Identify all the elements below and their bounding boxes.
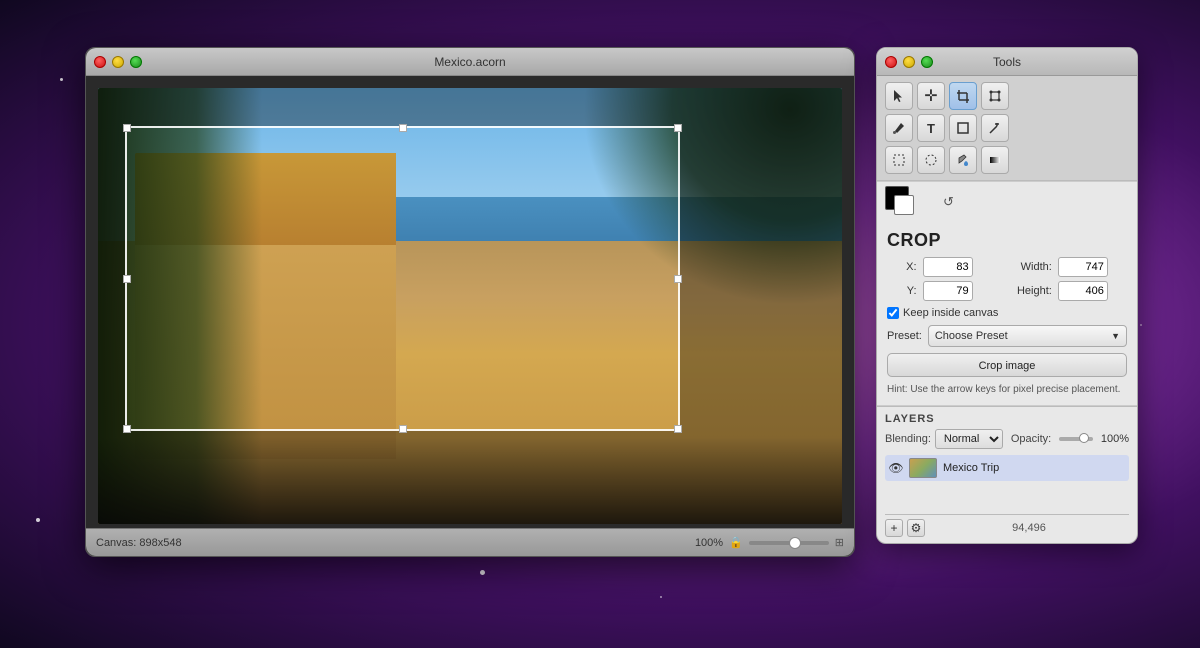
canvas-info: Canvas: 898x548	[96, 537, 695, 549]
layers-info: 94,496	[929, 522, 1129, 534]
preset-dropdown[interactable]: Choose Preset ▼	[928, 325, 1127, 347]
close-button[interactable]	[94, 56, 106, 68]
color-swatches[interactable]	[885, 186, 917, 218]
layers-title: LAYERS	[885, 413, 1129, 425]
width-label: Width:	[998, 261, 1052, 273]
blending-select[interactable]: Normal Multiply Screen	[935, 429, 1003, 449]
y-label: Y:	[887, 285, 917, 297]
keep-canvas-row: Keep inside canvas	[887, 307, 1127, 319]
layer-settings-button[interactable]: ⚙	[907, 519, 925, 537]
transform-tool-btn[interactable]	[981, 82, 1009, 110]
background-color[interactable]	[894, 195, 914, 215]
toolbar-row-2: T	[885, 114, 1129, 142]
opacity-value: 100%	[1101, 433, 1129, 445]
foreground-color[interactable]	[885, 186, 909, 210]
swap-colors-icon[interactable]: ↺	[943, 194, 954, 210]
text-tool-btn[interactable]: T	[917, 114, 945, 142]
minimize-button[interactable]	[112, 56, 124, 68]
height-label: Height:	[998, 285, 1052, 297]
main-window-title: Mexico.acorn	[434, 55, 505, 69]
crop-panel-title: CROP	[887, 230, 1127, 251]
trees-right	[582, 88, 842, 306]
layers-section: LAYERS Blending: Normal Multiply Screen …	[877, 406, 1137, 543]
fit-icon[interactable]: ⊞	[835, 536, 844, 549]
tools-body: ✛	[877, 76, 1137, 543]
layer-thumbnail	[909, 458, 937, 478]
tools-minimize-button[interactable]	[903, 56, 915, 68]
main-window: Mexico.acorn	[85, 47, 855, 557]
opacity-thumb	[1079, 433, 1089, 443]
layers-footer: + ⚙ 94,496	[885, 514, 1129, 537]
x-input[interactable]	[923, 257, 973, 277]
tools-titlebar: Tools	[877, 48, 1137, 76]
zoom-level: 100%	[695, 537, 723, 549]
crop-image-button[interactable]: Crop image	[887, 353, 1127, 377]
toolbar-row-1: ✛	[885, 82, 1129, 110]
photo-background	[98, 88, 842, 524]
blending-row: Blending: Normal Multiply Screen Opacity…	[885, 429, 1129, 449]
keep-canvas-label[interactable]: Keep inside canvas	[903, 307, 998, 319]
layers-empty-area	[885, 484, 1129, 514]
maximize-button[interactable]	[130, 56, 142, 68]
zoom-slider[interactable]	[749, 541, 829, 545]
add-layer-button[interactable]: +	[885, 519, 903, 537]
photo-canvas[interactable]	[98, 88, 842, 524]
crop-tool-btn[interactable]	[949, 82, 977, 110]
preset-label: Preset:	[887, 330, 922, 342]
blending-label: Blending:	[885, 433, 931, 445]
preset-value: Choose Preset	[935, 330, 1008, 342]
layer-visibility-icon[interactable]: 👁	[889, 461, 903, 475]
zoom-slider-thumb	[789, 537, 801, 549]
rect-select-btn[interactable]	[885, 146, 913, 174]
toolbar-icons: ✛	[877, 76, 1137, 181]
lock-icon: 🔒	[729, 536, 743, 549]
preset-row: Preset: Choose Preset ▼	[887, 325, 1127, 347]
keep-canvas-checkbox[interactable]	[887, 307, 899, 319]
zoom-controls: 100% 🔒 ⊞	[695, 536, 844, 549]
layer-item[interactable]: 👁 Mexico Trip	[885, 455, 1129, 481]
width-input[interactable]	[1058, 257, 1108, 277]
status-bar: Canvas: 898x548 100% 🔒 ⊞	[86, 528, 854, 556]
tools-traffic-lights	[885, 56, 933, 68]
crop-fields: X: Width: Y: Height:	[887, 257, 1127, 301]
main-traffic-lights	[94, 56, 142, 68]
main-window-content: Canvas: 898x548 100% 🔒 ⊞	[86, 76, 854, 556]
move-tool-btn[interactable]: ✛	[917, 82, 945, 110]
tools-window-title: Tools	[993, 55, 1021, 69]
magic-wand-btn[interactable]	[981, 114, 1009, 142]
crop-hint: Hint: Use the arrow keys for pixel preci…	[887, 383, 1127, 397]
tools-maximize-button[interactable]	[921, 56, 933, 68]
x-label: X:	[887, 261, 917, 273]
height-input[interactable]	[1058, 281, 1108, 301]
color-tools-row: ↺	[877, 181, 1137, 222]
paint-brush-btn[interactable]	[885, 114, 913, 142]
ellipse-select-btn[interactable]	[917, 146, 945, 174]
tools-window: Tools ✛	[876, 47, 1138, 544]
opacity-slider[interactable]	[1059, 437, 1093, 441]
toolbar-row-3	[885, 146, 1129, 174]
shadow-bottom	[98, 437, 842, 524]
tools-close-button[interactable]	[885, 56, 897, 68]
gradient-tool-btn[interactable]	[981, 146, 1009, 174]
layer-name: Mexico Trip	[943, 462, 1125, 474]
pointer-tool-btn[interactable]	[885, 82, 913, 110]
y-input[interactable]	[923, 281, 973, 301]
main-titlebar: Mexico.acorn	[86, 48, 854, 76]
crop-panel: CROP X: Width: Y: Height: Keep inside ca…	[877, 222, 1137, 406]
shape-tool-btn[interactable]	[949, 114, 977, 142]
paint-bucket-btn[interactable]	[949, 146, 977, 174]
opacity-label: Opacity:	[1011, 433, 1051, 445]
preset-chevron-icon: ▼	[1111, 331, 1120, 341]
